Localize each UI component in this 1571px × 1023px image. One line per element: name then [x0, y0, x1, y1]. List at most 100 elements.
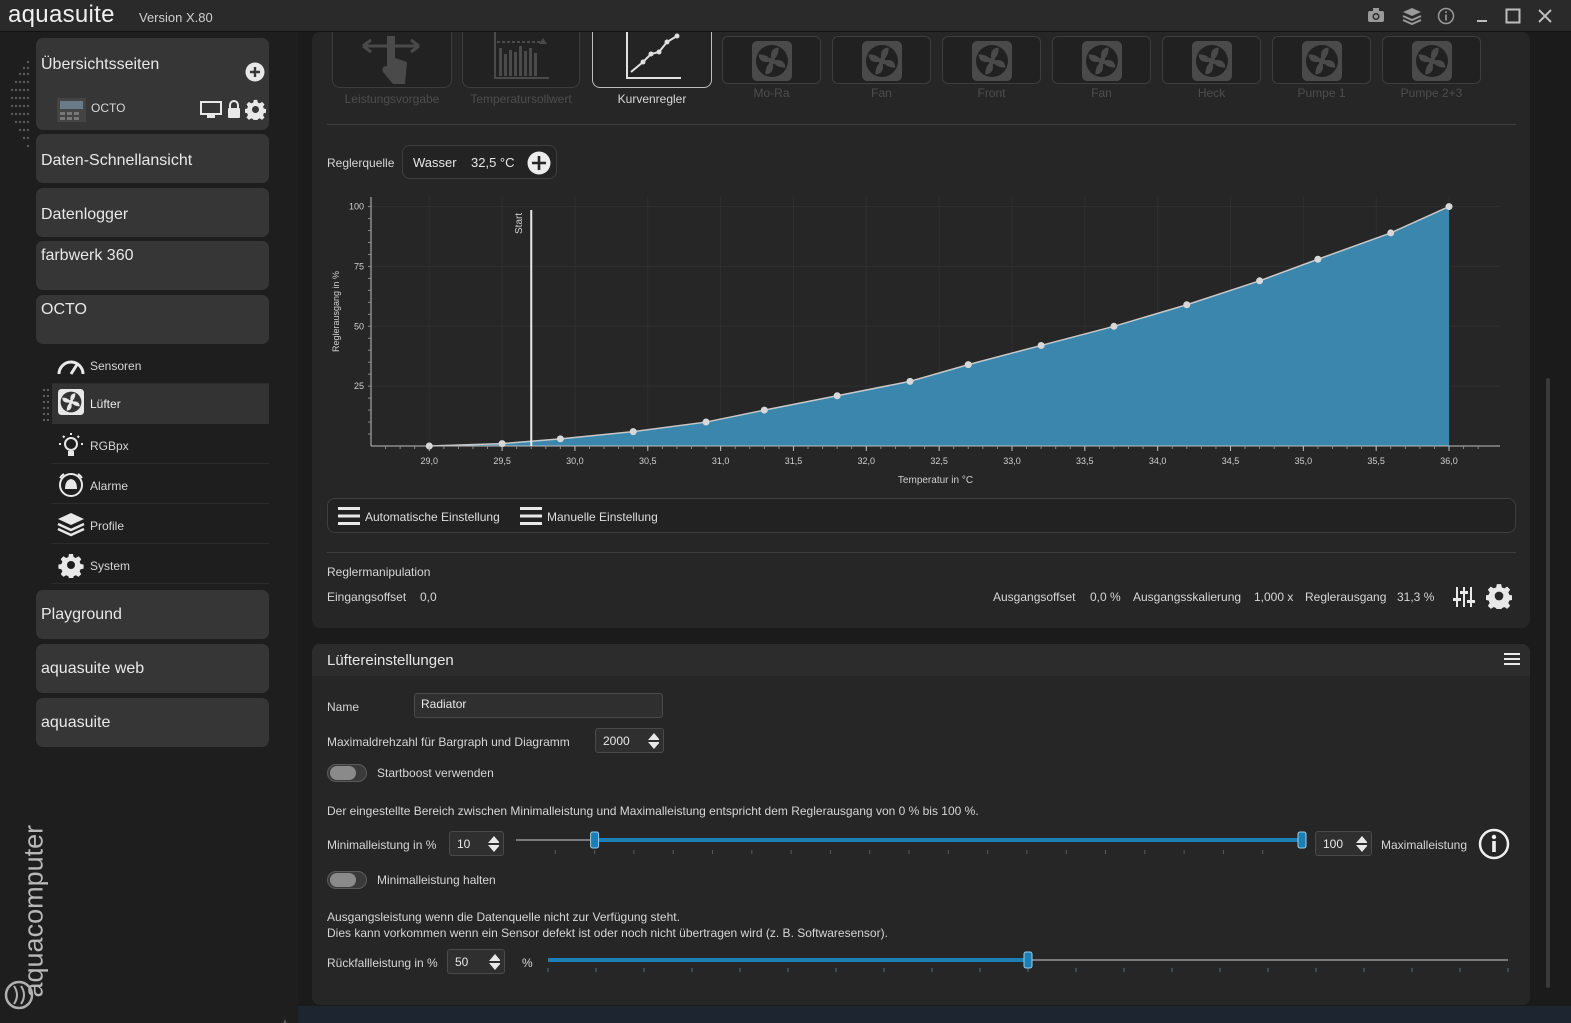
- nav-farbwerk-360[interactable]: farbwerk 360: [36, 241, 269, 290]
- min-power-label: Minimalleistung in %: [327, 838, 437, 852]
- fan-source-tile[interactable]: [1272, 36, 1371, 84]
- sidebar-item-profiles[interactable]: Profile: [52, 506, 269, 544]
- equalizer-icon[interactable]: [1452, 585, 1476, 609]
- fallback-slider[interactable]: [544, 948, 1512, 978]
- min-power-handle[interactable]: [590, 831, 600, 849]
- min-power-stepper[interactable]: 10: [449, 831, 504, 856]
- nav-datalogger[interactable]: Datenlogger: [36, 188, 269, 237]
- controller-settings-icon[interactable]: [1486, 583, 1512, 609]
- curve-point[interactable]: [629, 428, 637, 436]
- minimize-icon[interactable]: [1472, 7, 1492, 25]
- scroll-arrows-icon[interactable]: ▲▼: [280, 1017, 290, 1023]
- x-axis-title: Temperatur in °C: [898, 475, 973, 486]
- curve-point[interactable]: [1183, 301, 1191, 309]
- camera-icon[interactable]: [1366, 7, 1386, 25]
- add-source-icon[interactable]: [527, 151, 551, 175]
- info-icon[interactable]: [1478, 828, 1510, 860]
- fan-source-tile[interactable]: [832, 36, 931, 84]
- stepper-arrows-icon[interactable]: [487, 834, 499, 854]
- nav-card-label: aquasuite: [41, 714, 111, 731]
- bulb-icon: [59, 433, 83, 456]
- fan-source-tile[interactable]: [1052, 36, 1151, 84]
- fan-source-tile[interactable]: [1382, 36, 1481, 84]
- panel-menu-icon[interactable]: [1504, 652, 1520, 666]
- stepper-arrows-icon[interactable]: [488, 952, 500, 972]
- lock-icon[interactable]: [226, 99, 242, 119]
- curve-point[interactable]: [1445, 203, 1453, 211]
- nav-aquasuite-web[interactable]: aquasuite web: [36, 644, 269, 693]
- fallback-stepper[interactable]: 50: [447, 949, 505, 974]
- menu-icon: [338, 507, 360, 525]
- x-tick-label: 35,0: [1295, 456, 1313, 466]
- curve-point[interactable]: [556, 435, 564, 443]
- curve-chart[interactable]: Start 29,0 29,5 30,0 30,5 31,0 31,5 32,0 32,5 33,…: [327, 192, 1517, 492]
- fan-source-tile[interactable]: [1162, 36, 1261, 84]
- close-icon[interactable]: [1535, 7, 1555, 25]
- auto-setting-button[interactable]: Automatische Einstellung: [365, 510, 500, 524]
- output-scale-label: Ausgangsskalierung: [1133, 590, 1242, 604]
- stepper-arrows-icon[interactable]: [647, 731, 659, 751]
- fan-source-tile-label: Fan: [871, 86, 892, 100]
- curve-point[interactable]: [1110, 322, 1118, 330]
- curve-point[interactable]: [760, 406, 768, 414]
- stepper-arrows-icon[interactable]: [1355, 834, 1367, 854]
- curve-point[interactable]: [906, 377, 914, 385]
- nav-playground[interactable]: Playground: [36, 590, 269, 639]
- sidebar-item-system[interactable]: System: [52, 546, 269, 584]
- mode-tile-setpoint[interactable]: [462, 32, 580, 88]
- x-tick-label: 30,5: [639, 456, 657, 466]
- mode-tile-curve[interactable]: [592, 32, 712, 88]
- sidebar-item-fans[interactable]: Lüfter: [52, 384, 269, 424]
- hand-slider-icon: [362, 36, 420, 84]
- source-selector[interactable]: Wasser 32,5 °C: [402, 145, 557, 179]
- input-offset-value: 0,0: [420, 590, 437, 604]
- layers-icon[interactable]: [1402, 7, 1422, 26]
- sidebar-item-rgbpx[interactable]: RGBpx: [52, 426, 269, 464]
- fallback-handle[interactable]: [1023, 951, 1033, 969]
- main-scrollbar[interactable]: [1546, 378, 1550, 988]
- main-content: Leistungsvorgabe Temperatursollwert Kurv…: [298, 32, 1571, 1023]
- power-range-slider[interactable]: [512, 830, 1307, 860]
- fan-name-field[interactable]: Radiator: [414, 693, 663, 718]
- curve-point[interactable]: [1037, 341, 1045, 349]
- maximize-icon[interactable]: [1503, 7, 1523, 25]
- manual-setting-button[interactable]: Manuelle Einstellung: [547, 510, 658, 524]
- max-power-stepper[interactable]: 100: [1315, 831, 1372, 856]
- fan-name-value: Radiator: [421, 697, 467, 711]
- curve-point[interactable]: [1314, 255, 1322, 263]
- alarm-icon: [59, 473, 83, 497]
- curve-point[interactable]: [833, 392, 841, 400]
- sidebar-item-alarms[interactable]: Alarme: [52, 466, 269, 504]
- max-power-handle[interactable]: [1297, 831, 1307, 849]
- nav-octo[interactable]: OCTO: [36, 295, 269, 344]
- app-logo: aquasuite: [8, 1, 115, 28]
- nav-aquasuite[interactable]: aquasuite: [36, 698, 269, 747]
- fallback-unit: %: [522, 956, 533, 970]
- monitor-icon[interactable]: [200, 101, 222, 119]
- fan-source-tile[interactable]: [942, 36, 1041, 84]
- bar-setpoint-icon: [494, 32, 549, 79]
- mode-tile-label: Kurvenregler: [617, 92, 687, 106]
- fan-source-tile-label: Pumpe 2+3: [1400, 86, 1463, 100]
- x-tick-label: 33,5: [1076, 456, 1094, 466]
- startboost-toggle[interactable]: [327, 764, 367, 782]
- curve-point[interactable]: [964, 361, 972, 369]
- nav-data-quickview[interactable]: Daten-Schnellansicht: [36, 134, 269, 183]
- sidebar-item-label: Sensoren: [90, 359, 142, 373]
- max-rpm-stepper[interactable]: 2000: [595, 728, 664, 753]
- fan-source-tile-label: Pumpe 1: [1297, 86, 1346, 100]
- mode-tile-power[interactable]: [332, 32, 452, 88]
- overview-pages-card[interactable]: Übersichtsseiten OCTO: [36, 38, 269, 130]
- add-overview-icon[interactable]: [245, 62, 265, 82]
- fan-source-tile[interactable]: [722, 36, 821, 84]
- hold-min-toggle[interactable]: [327, 871, 367, 889]
- device-settings-icon[interactable]: [245, 99, 266, 120]
- curve-point[interactable]: [1256, 277, 1264, 285]
- curve-point[interactable]: [1387, 229, 1395, 237]
- fallback-label: Rückfallleistung in %: [327, 956, 438, 970]
- x-tick-label: 34,5: [1222, 456, 1240, 466]
- curve-point[interactable]: [702, 418, 710, 426]
- fallback-info-2: Dies kann vorkommen wenn ein Sensor defe…: [327, 926, 888, 940]
- sidebar-item-sensors[interactable]: Sensoren: [52, 346, 269, 384]
- info-icon[interactable]: [1436, 7, 1456, 25]
